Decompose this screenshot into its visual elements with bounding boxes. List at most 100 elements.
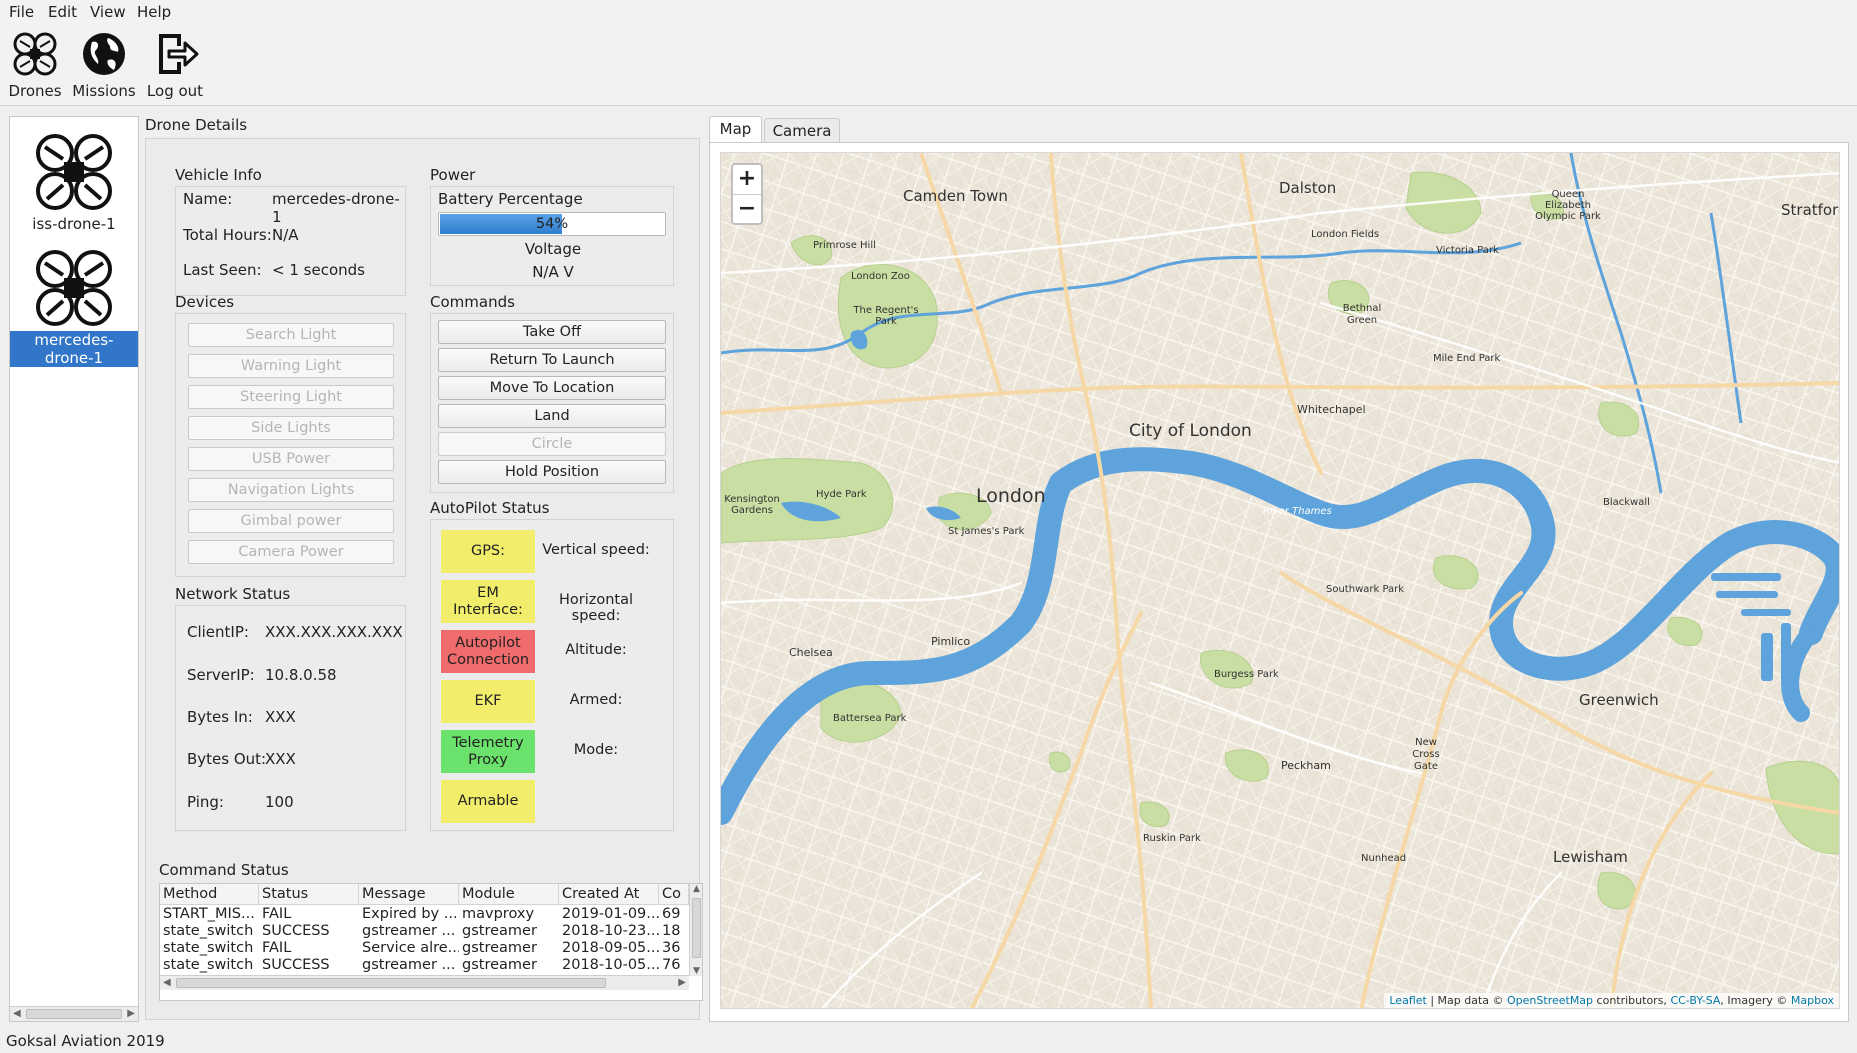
table-cell: gstreamer (462, 940, 537, 956)
map-label: Ruskin Park (1143, 833, 1201, 844)
menu-help[interactable]: Help (137, 3, 171, 21)
map-label: Camden Town (903, 187, 1008, 205)
armed-label: Armed: (569, 692, 623, 708)
drone-list-item-selected[interactable]: mercedes-drone-1 (10, 249, 138, 367)
power-title: Power (430, 166, 476, 184)
scroll-down-icon[interactable]: ▼ (693, 966, 700, 976)
map-label: Queen Elizabeth Olympic Park (1535, 189, 1601, 222)
column-header[interactable]: Message (359, 884, 459, 905)
camera-power-button[interactable]: Camera Power (188, 540, 394, 564)
missions-button[interactable]: Missions (72, 30, 136, 100)
table-cell: 69 (662, 906, 681, 922)
commands-title: Commands (430, 293, 515, 311)
circle-button[interactable]: Circle (438, 432, 666, 456)
map-label: Primrose Hill (813, 240, 876, 251)
table-horizontal-scrollbar[interactable]: ◀ ▶ (160, 975, 689, 990)
drone-list-label: mercedes-drone-1 (10, 331, 138, 367)
column-header[interactable]: Co (659, 884, 689, 905)
table-cell: START_MIS... (163, 906, 255, 922)
drone-icon (13, 32, 57, 76)
move-to-location-button[interactable]: Move To Location (438, 376, 666, 400)
command-status-title: Command Status (159, 861, 289, 879)
osm-link[interactable]: OpenStreetMap (1507, 994, 1593, 1007)
map-label: Blackwall (1603, 497, 1650, 508)
em-interface-status: EM Interface: (441, 580, 535, 623)
scrollbar-thumb[interactable] (176, 978, 606, 988)
menu-file[interactable]: File (9, 3, 34, 21)
logout-button[interactable]: Log out (145, 30, 205, 100)
return-to-launch-button[interactable]: Return To Launch (438, 348, 666, 372)
map-view[interactable]: Camden Town Dalston Stratford Primrose H… (720, 152, 1840, 1009)
devices-group: Search Light Warning Light Steering Ligh… (175, 313, 406, 577)
tab-camera[interactable]: Camera (764, 118, 840, 144)
map-label: The Regent's Park (853, 305, 919, 327)
map-label: Pimlico (931, 635, 971, 648)
table-vertical-scrollbar[interactable]: ▲ ▼ (689, 884, 702, 976)
column-header[interactable]: Created At (559, 884, 659, 905)
drone-icon (36, 250, 112, 326)
map-label: London Zoo (851, 271, 910, 282)
leaflet-link[interactable]: Leaflet (1389, 994, 1426, 1007)
command-status-table[interactable]: Method Status Message Module Created At … (159, 883, 703, 1001)
scrollbar-thumb[interactable] (26, 1009, 122, 1019)
mode-label: Mode: (573, 742, 619, 758)
gimbal-power-button[interactable]: Gimbal power (188, 509, 394, 533)
hold-position-button[interactable]: Hold Position (438, 460, 666, 484)
table-cell: 76 (662, 957, 681, 973)
warning-light-button[interactable]: Warning Light (188, 354, 394, 378)
map-label: Burgess Park (1214, 669, 1279, 680)
navigation-lights-button[interactable]: Navigation Lights (188, 478, 394, 502)
tab-map[interactable]: Map (709, 116, 762, 144)
missions-label: Missions (72, 82, 136, 100)
column-header[interactable]: Status (259, 884, 359, 905)
scroll-up-icon[interactable]: ▲ (693, 884, 700, 894)
zoom-in-button[interactable]: + (733, 165, 761, 194)
drones-button[interactable]: Drones (8, 30, 62, 100)
attribution-text: , Imagery © (1720, 994, 1791, 1007)
menu-edit[interactable]: Edit (48, 3, 77, 21)
gps-status: GPS: (441, 530, 535, 573)
scroll-left-icon[interactable]: ◀ (13, 1008, 21, 1019)
steering-light-button[interactable]: Steering Light (188, 385, 394, 409)
autopilot-status-title: AutoPilot Status (430, 499, 550, 517)
map-label: Dalston (1279, 179, 1337, 197)
take-off-button[interactable]: Take Off (438, 320, 666, 344)
map-label: Kensington Gardens (724, 494, 780, 516)
drone-list-scrollbar[interactable]: ◀ ▶ (10, 1006, 138, 1021)
map-label: Southwark Park (1326, 584, 1405, 595)
attribution-text: contributors, (1593, 994, 1671, 1007)
last-seen-value: < 1 seconds (272, 261, 365, 279)
land-button[interactable]: Land (438, 404, 666, 428)
table-cell: 2018-10-23... (562, 923, 659, 939)
menu-view[interactable]: View (90, 3, 126, 21)
drone-list-item[interactable]: iss-drone-1 (10, 133, 138, 233)
column-header[interactable]: Method (160, 884, 259, 905)
globe-icon (83, 33, 125, 75)
armable-status: Armable (441, 780, 535, 823)
table-cell: state_switch (163, 957, 254, 973)
scrollbar-thumb[interactable] (692, 898, 701, 958)
table-cell: gstreamer (462, 957, 537, 973)
scroll-right-icon[interactable]: ▶ (127, 1008, 135, 1019)
drone-list[interactable]: iss-drone-1 mercedes-drone-1 ◀ ▶ (9, 116, 139, 1022)
battery-progress-bar: 54% (438, 212, 666, 236)
table-cell: 2018-09-05... (562, 940, 659, 956)
scroll-right-icon[interactable]: ▶ (678, 977, 686, 988)
side-lights-button[interactable]: Side Lights (188, 416, 394, 440)
column-header[interactable]: Module (459, 884, 559, 905)
scroll-left-icon[interactable]: ◀ (163, 977, 171, 988)
ping-value: 100 (265, 793, 294, 811)
table-cell: gstreamer ... (362, 957, 456, 973)
attribution-text: | Map data © (1426, 994, 1508, 1007)
zoom-out-button[interactable]: − (733, 194, 761, 223)
drone-details-panel: Vehicle Info Name: mercedes-drone-1 Tota… (145, 138, 703, 1020)
network-status-group: ClientIP: XXX.XXX.XXX.XXX ServerIP: 10.8… (175, 605, 406, 831)
usb-power-button[interactable]: USB Power (188, 447, 394, 471)
search-light-button[interactable]: Search Light (188, 323, 394, 347)
name-value: mercedes-drone-1 (272, 190, 400, 226)
voltage-label: Voltage (524, 240, 582, 258)
toolbar: Drones Missions Log out (0, 24, 1857, 106)
mapbox-link[interactable]: Mapbox (1791, 994, 1834, 1007)
license-link[interactable]: CC-BY-SA (1670, 994, 1720, 1007)
table-cell: FAIL (262, 940, 292, 956)
